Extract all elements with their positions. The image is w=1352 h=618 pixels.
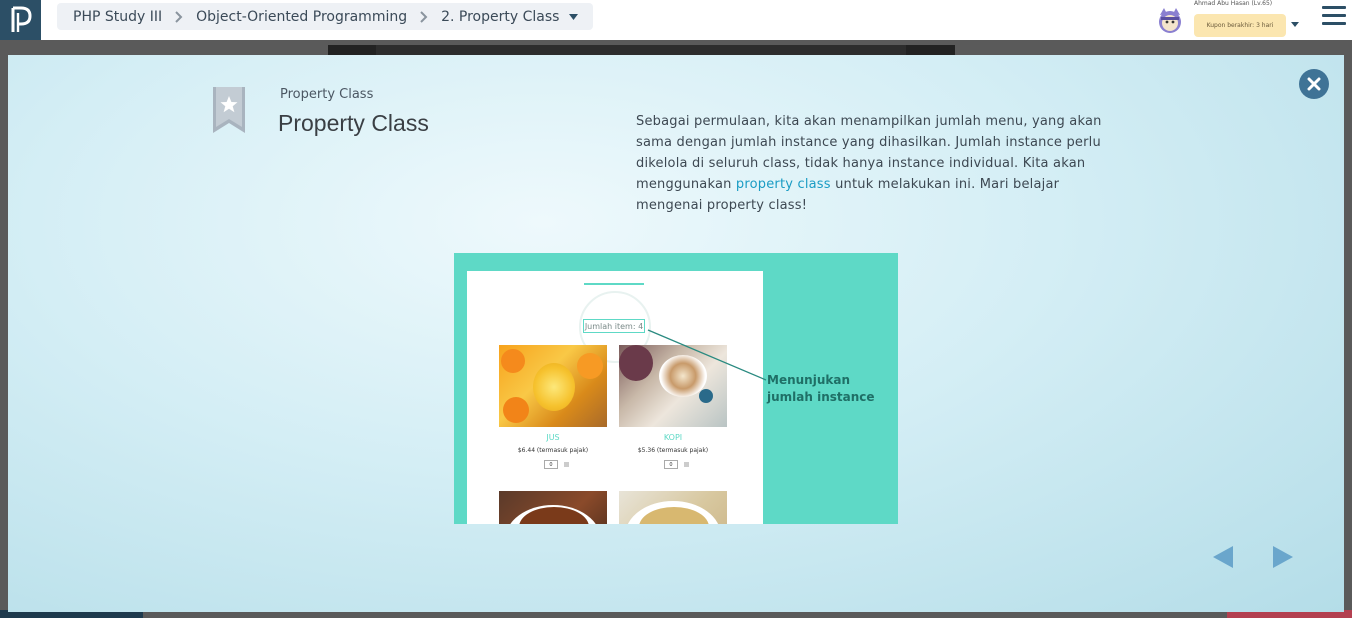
user-name: Ahmad Abu Hasan (Lv.65) [1194, 0, 1273, 7]
slide-modal: Property Class Property Class Sebagai pe… [8, 55, 1344, 612]
close-icon [1307, 77, 1321, 91]
logo-glyph [11, 6, 32, 32]
breadcrumb-lesson[interactable]: 2. Property Class [441, 9, 559, 25]
slide-description: Sebagai permulaan, kita akan menampilkan… [636, 111, 1106, 216]
top-bar: PHP Study III Object-Oriented Programmin… [0, 0, 1352, 40]
bookmark-star-icon [213, 87, 245, 133]
breadcrumb-study[interactable]: PHP Study III [73, 9, 162, 25]
next-slide-icon[interactable] [1271, 545, 1295, 569]
avatar[interactable] [1155, 5, 1185, 35]
caret-down-icon[interactable] [569, 13, 579, 21]
previous-slide-icon[interactable] [1211, 545, 1235, 569]
breadcrumb: PHP Study III Object-Oriented Programmin… [57, 3, 594, 30]
hamburger-menu-icon[interactable] [1322, 6, 1346, 28]
close-button[interactable] [1299, 69, 1329, 99]
slide-title: Property Class [278, 110, 429, 136]
callout-text: Menunjukan jumlah instance [767, 373, 875, 404]
slide-illustration: Jumlah item: 4 JUS $6.44 (termasuk pajak… [454, 253, 898, 524]
chevron-right-icon [172, 10, 186, 24]
progate-logo-icon[interactable] [0, 0, 41, 40]
user-menu-caret-icon[interactable] [1291, 13, 1299, 32]
breadcrumb-chapter[interactable]: Object-Oriented Programming [196, 9, 407, 25]
property-class-link[interactable]: property class [736, 177, 831, 192]
coupon-badge: Kupon berakhir: 3 hari [1194, 14, 1286, 37]
user-area: Ahmad Abu Hasan (Lv.65) Kupon berakhir: … [1152, 0, 1352, 40]
slide-subtitle: Property Class [280, 87, 374, 102]
chevron-right-icon [417, 10, 431, 24]
